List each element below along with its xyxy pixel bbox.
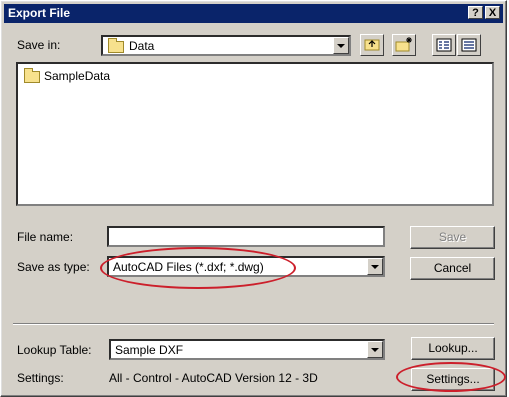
lookup-table-value: Sample DXF xyxy=(115,343,184,357)
up-one-level-button[interactable] xyxy=(360,34,384,56)
folder-icon xyxy=(24,68,40,83)
lookup-table-dropdown[interactable]: Sample DXF xyxy=(109,339,385,360)
list-view-button[interactable] xyxy=(432,34,456,56)
up-folder-icon xyxy=(364,39,380,51)
lookup-table-label: Lookup Table: xyxy=(17,343,92,357)
save-in-value: Data xyxy=(129,39,155,53)
lookup-button[interactable]: Lookup... xyxy=(411,337,495,360)
save-in-label: Save in: xyxy=(17,38,61,52)
save-as-type-value: AutoCAD Files (*.dxf; *.dwg) xyxy=(113,260,264,274)
chevron-down-icon[interactable] xyxy=(367,341,383,358)
settings-button[interactable]: Settings... xyxy=(411,368,495,391)
settings-value: All - Control - AutoCAD Version 12 - 3D xyxy=(109,371,318,385)
create-new-folder-button[interactable] xyxy=(392,34,416,56)
help-button[interactable]: ? xyxy=(468,6,483,19)
chevron-down-icon[interactable] xyxy=(367,258,383,275)
save-as-type-label: Save as type: xyxy=(17,260,90,274)
chevron-down-icon[interactable] xyxy=(333,37,349,54)
title-bar[interactable]: Export File ? X xyxy=(4,4,503,23)
list-view-icon xyxy=(436,38,452,52)
export-file-dialog: Export File ? X Save in: Data SampleData… xyxy=(0,0,507,397)
save-button[interactable]: Save xyxy=(410,226,495,249)
file-name-label: File name: xyxy=(17,230,74,244)
details-view-icon xyxy=(461,38,477,52)
separator xyxy=(13,323,494,325)
file-name-field[interactable] xyxy=(107,226,385,247)
dialog-title: Export File xyxy=(8,6,71,20)
new-folder-icon xyxy=(395,37,412,52)
settings-label: Settings: xyxy=(17,371,64,385)
save-in-dropdown[interactable]: Data xyxy=(101,35,351,56)
file-list[interactable]: SampleData xyxy=(16,62,494,206)
save-as-type-dropdown[interactable]: AutoCAD Files (*.dxf; *.dwg) xyxy=(107,256,385,277)
folder-icon xyxy=(108,38,124,53)
close-button[interactable]: X xyxy=(485,6,500,19)
details-view-button[interactable] xyxy=(457,34,481,56)
list-item-label: SampleData xyxy=(44,69,111,83)
cancel-button[interactable]: Cancel xyxy=(410,257,495,280)
